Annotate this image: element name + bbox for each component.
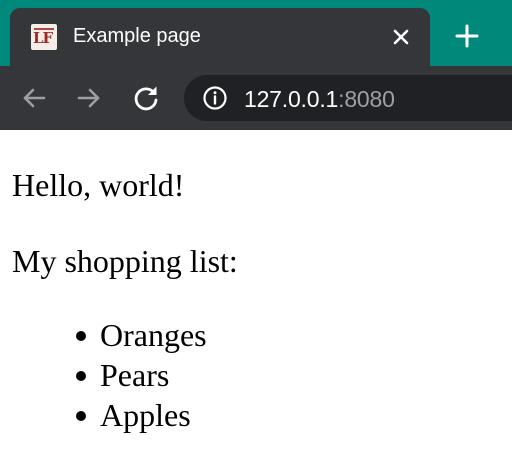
tab-strip: LF Example page: [0, 0, 512, 66]
back-button[interactable]: [18, 82, 50, 114]
forward-arrow-icon: [77, 88, 100, 108]
close-icon: [393, 29, 409, 45]
list-item-text: Pears: [100, 357, 170, 393]
tab-example-page[interactable]: LF Example page: [10, 8, 430, 66]
page-favicon-icon: LF: [31, 24, 57, 50]
page-content: Hello, world! My shopping list: Oranges …: [0, 130, 512, 471]
tab-title: Example page: [73, 25, 201, 47]
list-item-text: Oranges: [100, 317, 207, 353]
url-host: 127.0.0.1: [244, 86, 339, 112]
shopping-list: Oranges Pears Apples: [76, 315, 207, 435]
forward-button[interactable]: [73, 82, 105, 114]
list-item: Oranges: [76, 315, 207, 355]
list-item: Apples: [76, 395, 207, 435]
list-item-text: Apples: [100, 397, 191, 433]
info-icon[interactable]: [202, 85, 228, 111]
url-port: :8080: [338, 86, 395, 112]
list-item: Pears: [76, 355, 207, 395]
favicon-mark: LF: [33, 29, 53, 47]
list-heading: My shopping list:: [12, 243, 238, 279]
back-arrow-icon: [23, 88, 46, 108]
browser-window: LF Example page 127.0.0.1:8080 Hello, wo…: [0, 0, 512, 471]
greeting-text: Hello, world!: [12, 167, 185, 203]
bullet: [76, 331, 86, 341]
close-tab-button[interactable]: [388, 24, 414, 50]
plus-icon: [455, 24, 479, 48]
browser-toolbar: 127.0.0.1:8080: [0, 66, 512, 130]
new-tab-button[interactable]: [451, 20, 483, 52]
address-bar[interactable]: 127.0.0.1:8080: [184, 75, 512, 121]
bullet: [76, 411, 86, 421]
reload-icon: [134, 86, 158, 111]
bullet: [76, 371, 86, 381]
url-text: 127.0.0.1:8080: [244, 86, 395, 113]
reload-button[interactable]: [130, 82, 162, 114]
